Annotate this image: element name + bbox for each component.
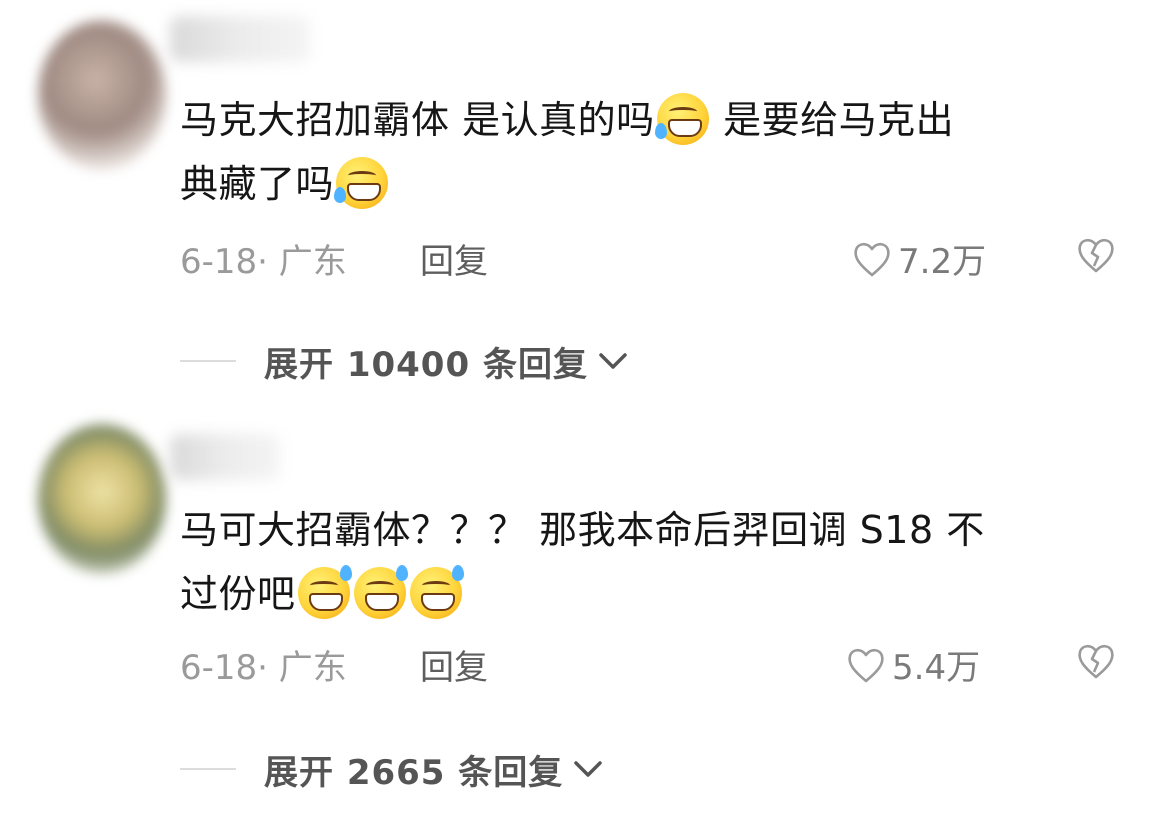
like-count: 7.2万 xyxy=(898,242,987,282)
comment-meta: 6-18· 广东 回复 7.2万 xyxy=(180,230,1129,283)
dislike-button[interactable] xyxy=(1076,642,1116,689)
avatar[interactable] xyxy=(38,20,166,170)
divider-line xyxy=(180,768,236,770)
username-blurred[interactable] xyxy=(170,434,280,480)
reply-button[interactable]: 回复 xyxy=(420,234,488,283)
like-count: 5.4万 xyxy=(892,648,981,688)
expand-replies-button[interactable]: 展开 2665 条回复 xyxy=(180,744,605,794)
grinning-sweat-emoji-icon xyxy=(297,565,352,619)
expand-replies-label: 展开 10400 条回复 xyxy=(264,344,588,385)
heart-icon xyxy=(854,242,890,276)
expand-replies-button[interactable]: 展开 10400 条回复 xyxy=(180,336,630,386)
chevron-down-icon xyxy=(574,761,603,777)
chevron-down-icon xyxy=(599,353,627,369)
comment-text-line: 过份吧 xyxy=(180,572,296,616)
like-button[interactable]: 7.2万 xyxy=(852,234,986,283)
username-blurred[interactable] xyxy=(170,16,310,62)
grinning-sweat-emoji-icon xyxy=(353,565,408,619)
comment-meta: 6-18· 广东 回复 5.4万 xyxy=(180,636,1129,689)
comment-text-line: 马可大招霸体？？？ 那我本命后羿回调 S18 不 xyxy=(180,508,985,552)
divider-line xyxy=(180,360,236,362)
dislike-button[interactable] xyxy=(1076,236,1116,283)
comment-text: 马可大招霸体？？？ 那我本命后羿回调 S18 不 过份吧 xyxy=(180,498,1120,626)
laughing-emoji-icon xyxy=(654,93,709,145)
comment-text: 马克大招加霸体 是认真的吗 是要给马克出 典藏了吗 xyxy=(180,88,1120,216)
comment-date-location: 6-18· 广东 xyxy=(180,242,347,282)
comment-text-line: 典藏了吗 xyxy=(180,162,335,206)
heart-icon xyxy=(848,648,884,682)
expand-replies-label: 展开 2665 条回复 xyxy=(264,752,564,793)
broken-heart-icon xyxy=(1078,644,1114,679)
reply-button[interactable]: 回复 xyxy=(420,640,488,689)
comment-text-line: 是要给马克出 xyxy=(710,98,955,142)
comment-list: 马克大招加霸体 是认真的吗 是要给马克出 典藏了吗 6-18· 广东 回复 7.… xyxy=(0,0,1169,829)
avatar[interactable] xyxy=(38,424,166,574)
comment-text-line: 马克大招加霸体 是认真的吗 xyxy=(180,98,655,142)
comment-date-location: 6-18· 广东 xyxy=(180,648,347,688)
grinning-sweat-emoji-icon xyxy=(409,565,464,619)
laughing-emoji-icon xyxy=(334,157,389,209)
like-button[interactable]: 5.4万 xyxy=(846,640,980,689)
broken-heart-icon xyxy=(1078,238,1114,273)
